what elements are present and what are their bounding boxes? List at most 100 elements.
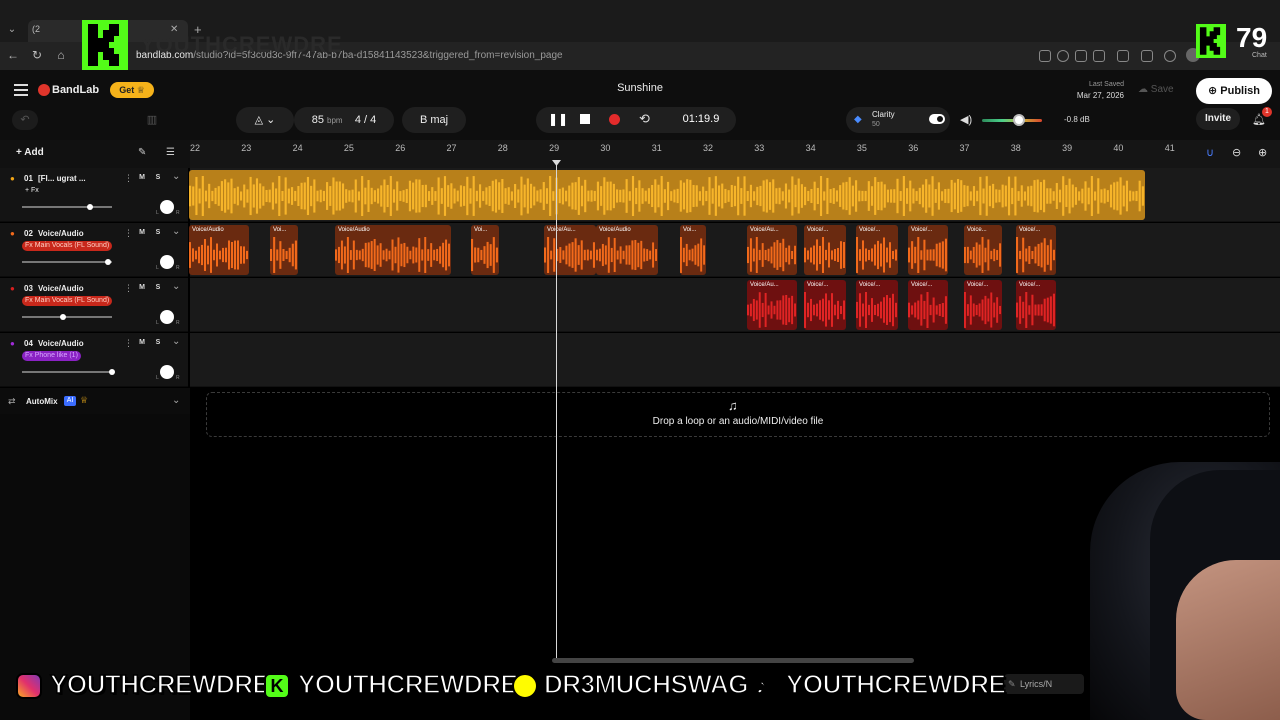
tools-icon[interactable]: ✎ [138,147,146,158]
track-header[interactable]: ● 02 Voice/Audio ⋮ M S ⌄ Fx Main Vocals … [0,223,188,277]
chevron-down-icon[interactable]: ⌄ [172,226,180,237]
audio-clip[interactable]: Voi... [680,225,706,275]
extension-icon[interactable] [1075,50,1087,62]
project-title[interactable]: Sunshine [560,82,720,94]
extension-icon[interactable] [1141,50,1153,62]
master-volume-slider[interactable] [982,114,1042,126]
track-name[interactable]: Voice/Audio [38,229,120,238]
solo-button[interactable]: S [152,337,164,349]
solo-button[interactable]: S [152,172,164,184]
audio-clip[interactable]: Voi... [471,225,499,275]
audio-clip[interactable]: Voice... [964,225,1002,275]
extension-icon[interactable] [1039,50,1051,62]
fx-badge[interactable]: + Fx [22,186,42,196]
zoom-in-icon[interactable]: ⊕ [1258,146,1267,159]
more-icon[interactable]: ⋮ [124,338,133,349]
audio-clip[interactable] [189,170,1145,220]
audio-clip[interactable]: Voice/Au... [747,225,797,275]
home-icon[interactable]: ⌂ [52,46,70,64]
clarity-toggle[interactable] [929,114,945,124]
pause-button[interactable]: ❚❚ [548,112,568,126]
volume-thumb[interactable] [59,314,66,320]
volume-thumb[interactable] [104,259,111,265]
magnet-icon[interactable]: ∪ [1206,146,1214,159]
mute-button[interactable]: M [136,172,148,184]
track-lane[interactable] [190,278,1280,332]
chevron-down-icon[interactable]: ⌄ [172,336,180,347]
chevron-down-icon[interactable]: ⌄ [172,395,180,406]
audio-clip[interactable]: Voice/Audio [596,225,658,275]
mixer-icon[interactable]: ☰ [166,147,175,158]
zoom-out-icon[interactable]: ⊖ [1232,146,1241,159]
track-volume-slider[interactable] [22,204,112,210]
invite-button[interactable]: Invite [1196,108,1240,130]
playhead[interactable] [556,163,557,663]
speaker-icon[interactable]: ◀) [960,113,972,126]
history-icon[interactable] [1164,50,1176,62]
fx-badge[interactable]: Fx Main Vocals (FL Sound) [22,241,113,251]
volume-thumb[interactable] [109,369,115,375]
fx-badge[interactable]: Fx Phone like (1) [22,351,81,361]
record-button[interactable] [609,114,620,125]
audio-clip[interactable]: Voice/Au... [747,280,797,330]
publish-button[interactable]: ⊕ Publish [1196,78,1272,104]
fx-badge[interactable]: Fx Main Vocals (FL Sound) [22,296,113,306]
more-icon[interactable]: ⋮ [124,173,133,184]
save-button[interactable]: ☁ Save [1138,84,1174,95]
lyrics-button[interactable]: ✎ Lyrics/N [1004,674,1084,694]
track-name[interactable]: [Fl... ugrat ... [38,174,120,183]
extension-icon[interactable] [1093,50,1105,62]
chevron-down-icon[interactable]: ⌄ [172,281,180,292]
reload-icon[interactable]: ↻ [28,46,46,64]
audio-clip[interactable]: Voice/... [1016,280,1056,330]
track-header[interactable]: ● 01 [Fl... ugrat ... ⋮ M S ⌄ + Fx L R [0,168,188,222]
chevron-down-icon[interactable]: ⌄ [172,171,180,182]
pan-knob[interactable] [160,365,174,379]
mute-button[interactable]: M [136,282,148,294]
audio-clip[interactable]: Voice/... [964,280,1002,330]
audio-clip[interactable]: Voice/Audio [335,225,451,275]
audio-clip[interactable]: Voice/... [908,280,948,330]
mute-button[interactable]: M [136,227,148,239]
audio-clip[interactable]: Voice/... [856,225,898,275]
track-header[interactable]: ● 04 Voice/Audio ⋮ M S ⌄ Fx Phone like (… [0,333,188,387]
track-header[interactable]: ● 03 Voice/Audio ⋮ M S ⌄ Fx Main Vocals … [0,278,188,332]
key-selector[interactable]: B maj [402,107,466,133]
more-icon[interactable]: ⋮ [124,283,133,294]
track-name[interactable]: Voice/Audio [38,284,120,293]
back-icon[interactable]: ← [4,46,22,64]
track-volume-slider[interactable] [22,369,115,375]
track-name[interactable]: Voice/Audio [38,339,120,348]
more-icon[interactable]: ⋮ [124,228,133,239]
audio-clip[interactable]: Voice/... [1016,225,1056,275]
drop-zone[interactable] [206,392,1270,437]
pan-knob[interactable] [160,200,174,214]
loop-button[interactable]: ⟲ [639,111,650,127]
undo-button[interactable]: ↶ [12,110,38,130]
pan-knob[interactable] [160,310,174,324]
track-volume-slider[interactable] [22,314,112,320]
piano-icon[interactable]: ▥ [142,110,162,130]
audio-clip[interactable]: Voice/... [804,225,846,275]
audio-clip[interactable]: Voice/Au... [544,225,596,275]
metronome-button[interactable]: ◬ ⌄ [236,107,294,133]
horizontal-scrollbar[interactable] [552,658,914,663]
audio-clip[interactable]: Voice/... [908,225,948,275]
audio-clip[interactable]: Voi... [270,225,298,275]
audio-clip[interactable]: Voice/Audio [189,225,249,275]
track-lane[interactable] [190,333,1280,387]
audio-clip[interactable]: Voice/... [856,280,898,330]
star-icon[interactable] [1057,50,1069,62]
volume-thumb[interactable] [86,204,93,210]
stop-button[interactable] [580,114,590,124]
audio-clip[interactable]: Voice/... [804,280,846,330]
add-track-button[interactable]: + Add [16,147,44,158]
extension-icon[interactable] [1117,50,1129,62]
tab-menu-icon[interactable]: ⌄ [4,22,20,38]
track-volume-slider[interactable] [22,259,112,265]
menu-icon[interactable] [14,84,28,96]
solo-button[interactable]: S [152,282,164,294]
pan-knob[interactable] [160,255,174,269]
mute-button[interactable]: M [136,337,148,349]
solo-button[interactable]: S [152,227,164,239]
